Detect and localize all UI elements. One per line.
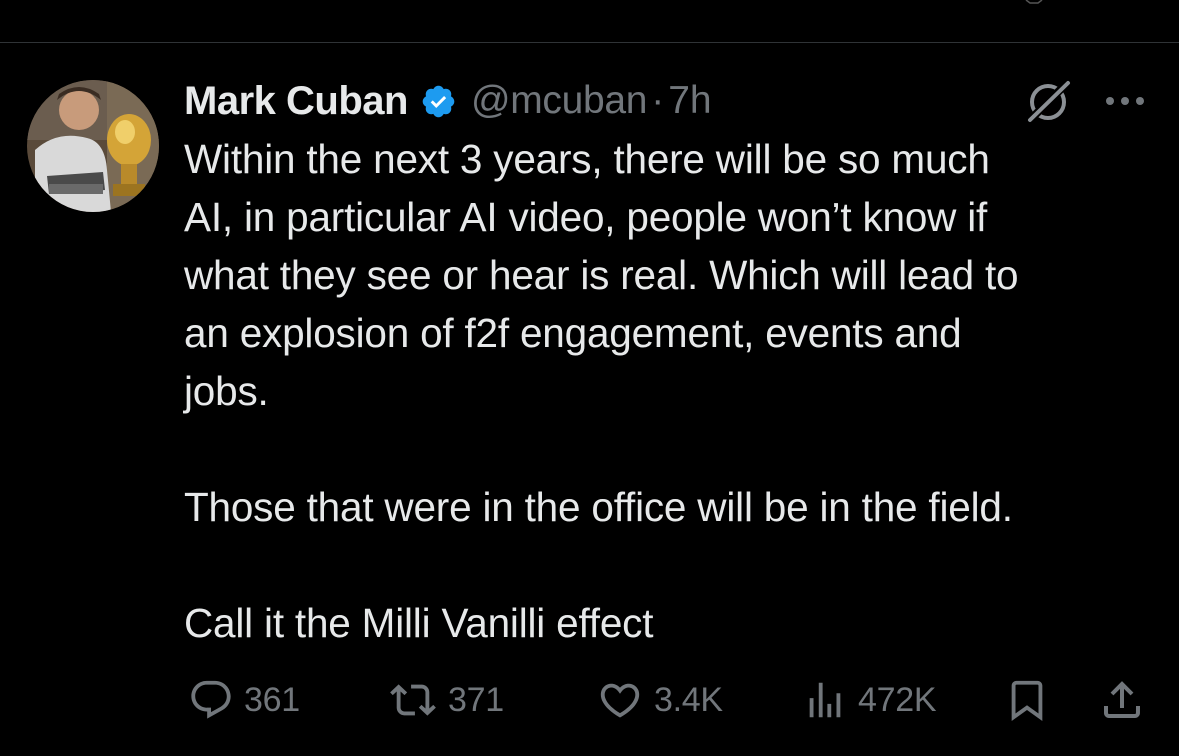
reply-count: 361: [244, 680, 300, 719]
repost-button[interactable]: 371: [388, 672, 504, 728]
views-button[interactable]: 472K: [802, 672, 937, 728]
views-count: 472K: [858, 680, 937, 719]
tweet-action-bar: 361 371 3.4K 472K: [0, 672, 1179, 728]
heart-icon: [600, 683, 640, 718]
top-divider: [0, 42, 1179, 43]
tweet-page: Mark Cuban @mcuban · 7h Within the next …: [0, 0, 1179, 756]
grok-icon[interactable]: [1024, 78, 1074, 126]
tweet-header: Mark Cuban @mcuban · 7h: [184, 74, 712, 128]
verified-badge-icon: [422, 85, 455, 117]
repost-icon: [390, 684, 436, 716]
author-handle[interactable]: @mcuban: [471, 79, 648, 123]
tweet-paragraph-3: Call it the Milli Vanilli effect: [184, 600, 654, 646]
avatar-photo: [27, 80, 159, 212]
views-chart-icon: [809, 682, 841, 718]
tweet-timestamp[interactable]: 7h: [668, 79, 711, 123]
like-count: 3.4K: [654, 680, 723, 719]
top-edge-icon: [1025, 0, 1043, 4]
more-dots-icon[interactable]: [1102, 88, 1148, 114]
bookmark-button[interactable]: [1004, 672, 1050, 728]
reply-icon: [191, 680, 231, 719]
bookmark-icon: [1011, 680, 1043, 721]
tweet-text: Within the next 3 years, there will be s…: [184, 130, 1159, 652]
like-button[interactable]: 3.4K: [596, 672, 723, 728]
reply-button[interactable]: 361: [188, 672, 300, 728]
tweet-paragraph-2: Those that were in the office will be in…: [184, 484, 1013, 530]
author-name[interactable]: Mark Cuban: [184, 79, 408, 124]
repost-count: 371: [448, 680, 504, 719]
avatar[interactable]: [27, 80, 159, 212]
share-button[interactable]: [1098, 672, 1146, 728]
meta-separator: ·: [651, 79, 665, 122]
share-icon: [1104, 681, 1140, 718]
tweet-paragraph-1: Within the next 3 years, there will be s…: [184, 136, 1019, 414]
